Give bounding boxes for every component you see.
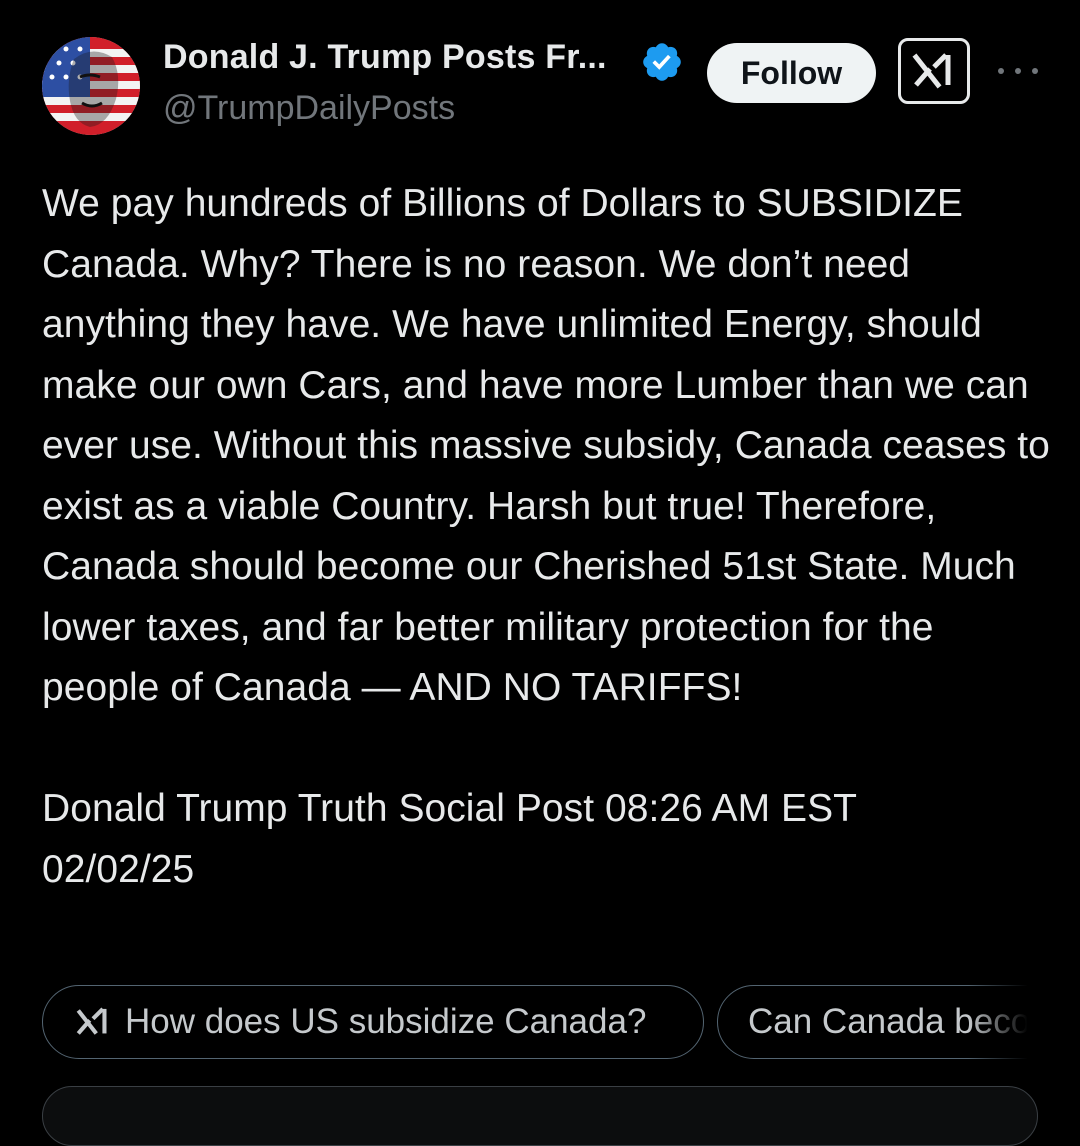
verified-badge-icon[interactable]: [640, 40, 684, 84]
author-display-name[interactable]: Donald J. Trump Posts Fr...: [163, 38, 607, 77]
post-header: Donald J. Trump Posts Fr... @TrumpDailyP…: [0, 0, 1080, 150]
more-dot: [998, 68, 1004, 74]
grok-icon: [912, 53, 951, 89]
avatar[interactable]: [42, 37, 140, 135]
post-text: We pay hundreds of Billions of Dollars t…: [42, 182, 1050, 891]
ask-grok-input[interactable]: [42, 1086, 1038, 1146]
grok-suggestions: How does US subsidize Canada? Can Canada…: [42, 985, 1038, 1061]
scroll-fade: [968, 985, 1038, 1061]
more-dot: [1015, 68, 1021, 74]
author-handle[interactable]: @TrumpDailyPosts: [163, 89, 455, 128]
grok-suggestion-label: How does US subsidize Canada?: [125, 1002, 647, 1041]
follow-button[interactable]: Follow: [707, 43, 876, 103]
grok-suggestion-chip[interactable]: How does US subsidize Canada?: [42, 985, 704, 1059]
more-options-icon[interactable]: [998, 56, 1038, 86]
avatar-image: [42, 37, 140, 135]
grok-button[interactable]: [898, 38, 970, 104]
grok-icon: [76, 1007, 107, 1035]
more-dot: [1032, 68, 1038, 74]
